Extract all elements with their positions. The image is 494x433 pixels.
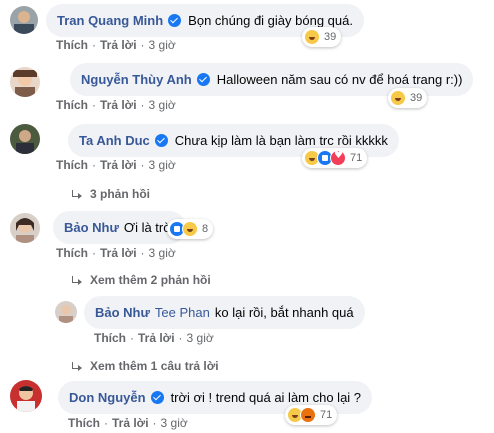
haha-reaction-icon <box>182 221 198 237</box>
comment-text: Halloween năm sau có nv để hoá trang r:)… <box>216 72 463 87</box>
reaction-count: 39 <box>324 31 337 43</box>
reply-link[interactable]: Trả lời <box>100 158 137 172</box>
angry-reaction-icon <box>300 407 316 423</box>
reaction-summary[interactable]: 39 <box>388 88 428 108</box>
reply-link[interactable]: Trả lời <box>112 416 149 430</box>
view-replies-label: 3 phản hồi <box>90 187 150 201</box>
like-link[interactable]: Thích <box>56 158 88 172</box>
view-replies-link[interactable]: Xem thêm 1 câu trả lời <box>72 359 219 373</box>
commenter-name[interactable]: Nguyễn Thùy Anh <box>81 72 192 87</box>
haha-reaction-icon <box>390 90 406 106</box>
verified-badge-icon <box>168 14 182 27</box>
comment-bubble: Bảo Như Ơi là trời <box>53 211 186 244</box>
avatar[interactable] <box>10 67 40 97</box>
like-link[interactable]: Thích <box>56 38 88 52</box>
comment-actions: Thích · Trả lời · 3 giờ <box>56 98 176 112</box>
commenter-name[interactable]: Tran Quang Minh <box>57 13 163 28</box>
verified-badge-icon <box>150 391 164 404</box>
mentioned-user-link[interactable]: Tee Phan <box>155 305 210 320</box>
like-link[interactable]: Thích <box>94 331 126 345</box>
like-link[interactable]: Thích <box>68 416 100 430</box>
view-replies-link[interactable]: 3 phản hồi <box>72 187 150 201</box>
reaction-summary[interactable]: 8 <box>167 219 214 239</box>
like-link[interactable]: Thích <box>56 98 88 112</box>
reaction-summary[interactable]: 39 <box>302 27 342 47</box>
view-replies-label: Xem thêm 2 phản hồi <box>90 273 211 287</box>
reaction-summary[interactable]: 71 <box>285 405 338 425</box>
avatar[interactable] <box>55 301 77 323</box>
comment-actions: Thích · Trả lời · 3 giờ <box>68 416 188 430</box>
commenter-name[interactable]: Bảo Như <box>64 220 119 235</box>
view-replies-link[interactable]: Xem thêm 2 phản hồi <box>72 273 211 287</box>
commenter-name[interactable]: Don Nguyễn <box>69 390 146 405</box>
comment-text: ko lại rồi, bắt nhanh quá <box>214 305 354 320</box>
avatar[interactable] <box>10 124 40 154</box>
timestamp[interactable]: 3 giờ <box>161 416 188 430</box>
reply-arrow-icon <box>72 276 82 285</box>
reaction-count: 71 <box>350 152 363 164</box>
verified-badge-icon <box>196 73 210 86</box>
reaction-count: 8 <box>202 223 209 235</box>
comment-actions: Thích · Trả lời · 3 giờ <box>56 246 176 260</box>
reaction-summary[interactable]: 71 <box>302 148 368 168</box>
love-reaction-icon <box>330 150 346 166</box>
timestamp[interactable]: 3 giờ <box>149 158 176 172</box>
timestamp[interactable]: 3 giờ <box>149 246 176 260</box>
timestamp[interactable]: 3 giờ <box>149 98 176 112</box>
comment-actions: Thích · Trả lời · 3 giờ <box>94 331 214 345</box>
comment-actions: Thích · Trả lời · 3 giờ <box>56 158 176 172</box>
timestamp[interactable]: 3 giờ <box>187 331 214 345</box>
reaction-count: 39 <box>410 92 423 104</box>
timestamp[interactable]: 3 giờ <box>149 38 176 52</box>
reply-link[interactable]: Trả lời <box>100 246 137 260</box>
reply-link[interactable]: Trả lời <box>100 98 137 112</box>
reply-link[interactable]: Trả lời <box>100 38 137 52</box>
verified-badge-icon <box>154 134 168 147</box>
like-link[interactable]: Thích <box>56 246 88 260</box>
comment-text: trời ơi ! trend quá ai làm cho lại ? <box>170 390 362 405</box>
commenter-name[interactable]: Ta Anh Duc <box>79 133 150 148</box>
reply-arrow-icon <box>72 362 82 371</box>
commenter-name[interactable]: Bảo Như <box>95 305 150 320</box>
comment-actions: Thích · Trả lời · 3 giờ <box>56 38 176 52</box>
comment-text: Chưa kịp làm là bạn làm trc rồi kkkkk <box>174 133 388 148</box>
reaction-count: 71 <box>320 409 333 421</box>
view-replies-label: Xem thêm 1 câu trả lời <box>90 359 219 373</box>
avatar[interactable] <box>10 213 40 243</box>
avatar[interactable] <box>10 6 38 34</box>
comment-bubble: Bảo Như Tee Phan ko lại rồi, bắt nhanh q… <box>84 296 365 329</box>
comment-text: Bọn chúng đi giày bóng quá. <box>188 13 353 28</box>
reply-link[interactable]: Trả lời <box>138 331 175 345</box>
avatar[interactable] <box>10 380 42 412</box>
reply-arrow-icon <box>72 190 82 199</box>
haha-reaction-icon <box>304 29 320 45</box>
